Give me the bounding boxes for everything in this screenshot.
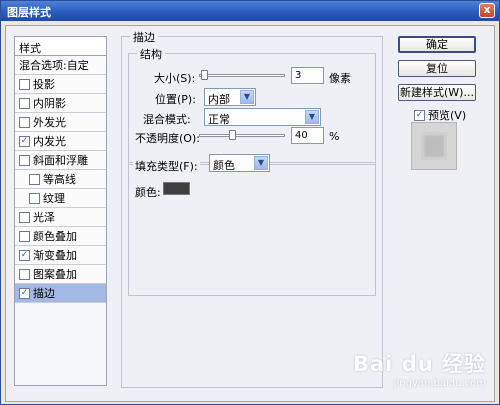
blend-mode-value: 正常	[208, 113, 230, 126]
style-checkbox[interactable]: ✓	[19, 287, 30, 299]
chevron-down-icon: ▼	[305, 110, 319, 124]
style-list-item[interactable]: 斜面和浮雕	[15, 151, 106, 170]
style-list-label: 斜面和浮雕	[33, 154, 88, 167]
size-slider-thumb[interactable]	[201, 70, 209, 80]
fill-type-label: 填充类型(F):	[133, 158, 200, 174]
style-list-label: 外发光	[33, 116, 66, 129]
style-list-item[interactable]: 投影	[15, 75, 106, 94]
style-checkbox[interactable]	[29, 173, 40, 185]
style-checkbox[interactable]: ✓	[19, 249, 30, 261]
watermark: Bai du 经验 jingyan.baidu.com	[353, 348, 486, 389]
style-checkbox[interactable]	[19, 78, 30, 90]
style-checkbox[interactable]	[19, 230, 30, 242]
reset-button[interactable]: 复位	[398, 60, 476, 77]
size-row: 大小(S):	[154, 70, 195, 86]
style-list-label: 图案叠加	[33, 268, 77, 281]
size-input[interactable]: 3	[291, 67, 324, 84]
watermark-url: jingyan.baidu.com	[393, 378, 486, 389]
ok-button[interactable]: 确定	[398, 36, 476, 53]
style-checkbox[interactable]	[29, 192, 40, 204]
style-checkbox[interactable]	[19, 154, 30, 166]
style-checkbox[interactable]: ✓	[19, 135, 30, 147]
blend-mode-select[interactable]: 正常 ▼	[204, 108, 321, 126]
style-list-label: 描边	[33, 287, 55, 300]
style-checkbox[interactable]	[19, 268, 30, 280]
style-list-item[interactable]: ✓ 描边	[15, 284, 106, 303]
style-list-label: 内发光	[33, 135, 66, 148]
style-list-item[interactable]: ✓ 内发光	[15, 132, 106, 151]
opacity-slider-thumb[interactable]	[229, 130, 236, 140]
style-list-label: 等高线	[43, 173, 76, 186]
close-button[interactable]: x	[479, 3, 495, 18]
fill-type-select[interactable]: 颜色 ▼	[209, 154, 270, 172]
style-list-item[interactable]: 图案叠加	[15, 265, 106, 284]
size-slider[interactable]	[199, 70, 285, 80]
style-list-label: 内阴影	[33, 97, 66, 110]
watermark-logo: Bai du 经验	[353, 352, 486, 376]
new-style-button[interactable]: 新建样式(W)...	[398, 84, 476, 101]
opacity-slider[interactable]	[199, 130, 285, 140]
style-preview	[411, 122, 457, 170]
style-list-item[interactable]: 外发光	[15, 113, 106, 132]
blend-label: 混合模式:	[143, 113, 191, 126]
color-swatch[interactable]	[163, 182, 190, 195]
dialog-body: 样式 混合选项:自定 投影 内阴影 外发光 ✓ 内发光 斜面和浮雕 等高线 纹理 光泽 颜色叠加 ✓ 渐…	[5, 25, 495, 402]
style-list-item[interactable]: 光泽	[15, 208, 106, 227]
style-list-header: 样式	[15, 37, 106, 56]
style-list-item[interactable]: 纹理	[15, 189, 106, 208]
style-checkbox[interactable]	[19, 116, 30, 128]
close-icon: x	[483, 3, 491, 16]
style-checkbox[interactable]	[19, 97, 30, 109]
preview-label: 预览(V)	[428, 109, 467, 122]
style-list-label: 渐变叠加	[33, 249, 77, 262]
preview-checkbox[interactable]: ✓	[414, 109, 425, 121]
style-list-label: 颜色叠加	[33, 230, 77, 243]
size-unit: 像素	[329, 72, 351, 85]
style-list-item[interactable]: ✓ 渐变叠加	[15, 246, 106, 265]
chevron-down-icon: ▼	[254, 156, 268, 170]
style-list-item[interactable]: 等高线	[15, 170, 106, 189]
style-list-item[interactable]: 颜色叠加	[15, 227, 106, 246]
position-label: 位置(P):	[155, 93, 196, 106]
stroke-group-title: 描边	[130, 29, 158, 45]
chevron-down-icon: ▼	[240, 90, 254, 104]
size-label: 大小(S):	[154, 72, 196, 85]
title-bar: 图层样式 x	[1, 1, 499, 21]
style-list: 样式 混合选项:自定 投影 内阴影 外发光 ✓ 内发光 斜面和浮雕 等高线 纹理 光泽 颜色叠加 ✓ 渐…	[14, 36, 107, 386]
style-list-label: 混合选项:自定	[19, 59, 89, 72]
opacity-label: 不透明度(O):	[135, 132, 200, 145]
style-list-label: 纹理	[43, 192, 65, 205]
structure-group-title: 结构	[137, 46, 165, 62]
preview-thumbnail	[421, 132, 447, 160]
position-select[interactable]: 内部 ▼	[204, 88, 256, 106]
color-label: 颜色:	[135, 186, 161, 199]
layer-style-dialog: 图层样式 x 样式 混合选项:自定 投影 内阴影 外发光 ✓ 内发光 斜面和浮雕 等高线 纹理光…	[0, 0, 500, 405]
window-title: 图层样式	[7, 6, 51, 19]
style-list-label: 投影	[33, 78, 55, 91]
style-list-label: 光泽	[33, 211, 55, 224]
fill-type-value: 颜色	[213, 159, 235, 172]
style-checkbox[interactable]	[19, 211, 30, 223]
style-list-item[interactable]: 内阴影	[15, 94, 106, 113]
opacity-input[interactable]: 40	[291, 127, 324, 144]
opacity-unit: %	[329, 130, 340, 143]
style-list-item[interactable]: 混合选项:自定	[15, 56, 106, 75]
preview-toggle[interactable]: ✓ 预览(V)	[414, 107, 466, 123]
position-value: 内部	[208, 93, 230, 106]
